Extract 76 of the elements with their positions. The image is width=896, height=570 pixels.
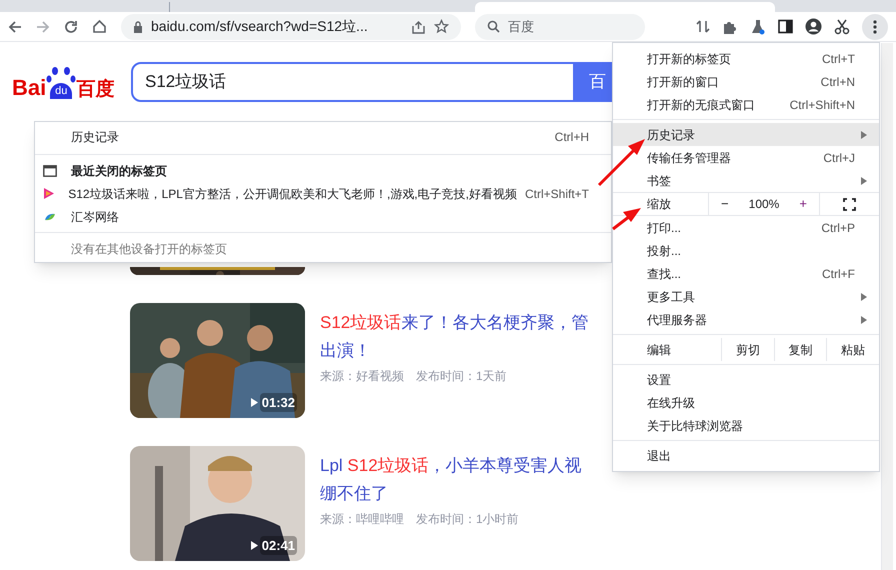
menu-icon [873,20,877,34]
menu-label: 编辑 [646,342,672,358]
zoom-level: 100% [748,196,780,213]
search-box[interactable]: S12垃圾话 [131,62,575,102]
result-source: 来源：哔哩哔哩 [320,511,404,528]
shortcut-text: Ctrl+F [822,266,856,282]
video-duration: 02:41 [260,536,297,555]
menu-item[interactable]: 最近关闭的标签页 [35,159,611,182]
play-icon [43,187,55,200]
result-source: 来源：好看视频 [320,368,404,385]
search-placeholder: 百度 [508,18,534,36]
menu-item[interactable]: 代理服务器 [613,308,879,331]
shortcut-text: Ctrl+T [822,50,856,68]
menu-item[interactable]: 投射... [613,239,879,262]
logo-text: Bai [12,77,46,99]
home-icon[interactable] [92,19,107,34]
logo-text: 百度 [76,80,114,99]
shortcut-text: Ctrl+Shift+T [524,186,589,202]
sidebar-icon[interactable] [778,19,793,34]
star-icon[interactable] [434,19,449,34]
flask-icon[interactable] [750,18,766,34]
share-icon[interactable] [411,20,426,34]
menu-item[interactable]: 汇岑网络 [35,205,611,228]
menu-item[interactable]: 退出 [613,444,879,467]
search-field[interactable]: 百度 [475,14,645,40]
reload-icon[interactable] [64,20,78,34]
menu-item[interactable]: 打开新的无痕式窗口 Ctrl+Shift+N [613,93,879,116]
menu-item[interactable]: 设置 [613,368,879,391]
result-title[interactable]: 绷不住了 [320,480,640,508]
lock-icon [133,20,143,32]
zoom-in-button[interactable]: + [795,194,811,214]
menu-item[interactable]: 书签 [613,169,879,192]
submenu-arrow-icon [861,176,867,184]
fullscreen-icon[interactable] [843,198,856,210]
paw-icon [46,65,76,85]
edit-button[interactable]: 粘贴 [826,338,880,361]
video-duration: 01:32 [260,392,297,412]
menu-item[interactable]: 在线升级 [613,391,879,414]
annotation-arrow [612,208,641,230]
menu-item[interactable]: 关于比特球浏览器 [613,414,879,437]
menu-item[interactable]: 历史记录 Ctrl+H [35,124,611,150]
back-icon[interactable] [8,20,22,34]
menu-item[interactable]: 打开新的窗口 Ctrl+N [613,70,879,93]
shortcut-text: Ctrl+N [820,74,856,90]
shortcut-text: Ctrl+P [821,220,856,236]
address-bar[interactable]: baidu.com/sf/vsearch?wd=S12垃... [121,14,461,40]
tab-icon [43,164,57,176]
search-icon [487,20,500,33]
result-time: 发布时间：1天前 [416,368,507,385]
menu-item[interactable]: 打印... Ctrl+P [613,216,879,239]
profile-icon[interactable] [805,18,822,35]
menu-label: 缩放 [646,196,672,213]
shortcut-text: Ctrl+Shift+N [790,96,856,114]
edit-button[interactable]: 复制 [774,338,826,361]
sort-icon[interactable] [696,19,710,34]
result-time: 发布时间：1小时前 [416,511,519,528]
url-text: baidu.com/sf/vsearch?wd=S12垃... [151,17,369,36]
menu-item[interactable]: 历史记录 [613,123,879,146]
shortcut-text: Ctrl+H [554,129,589,146]
zoom-out-button[interactable]: − [717,194,733,214]
annotation-arrow [598,139,645,186]
shortcut-text: Ctrl+J [823,150,856,166]
search-query: S12垃圾话 [145,71,226,94]
scrollbar[interactable] [881,43,893,570]
menu-item[interactable]: 查找... Ctrl+F [613,262,879,285]
menu-item[interactable]: S12垃圾话来啦，LPL官方整活，公开调侃欧美和大飞老师！,游戏,电子竞技,好看视频 Ctrl+Shift+T [35,182,611,205]
submenu-arrow-icon [861,292,867,300]
edit-button[interactable]: 剪切 [721,338,774,361]
menu-button[interactable] [862,14,888,40]
logo-paw-text: du [50,83,72,99]
menu-item[interactable]: 传输任务管理器 Ctrl+J [613,146,879,169]
menu-item[interactable]: 打开新的标签页 Ctrl+T [613,47,879,70]
submenu-arrow-icon [861,130,867,138]
submenu-arrow-icon [861,316,867,324]
scissors-icon[interactable] [834,18,850,34]
menu-item[interactable]: 更多工具 [613,285,879,308]
